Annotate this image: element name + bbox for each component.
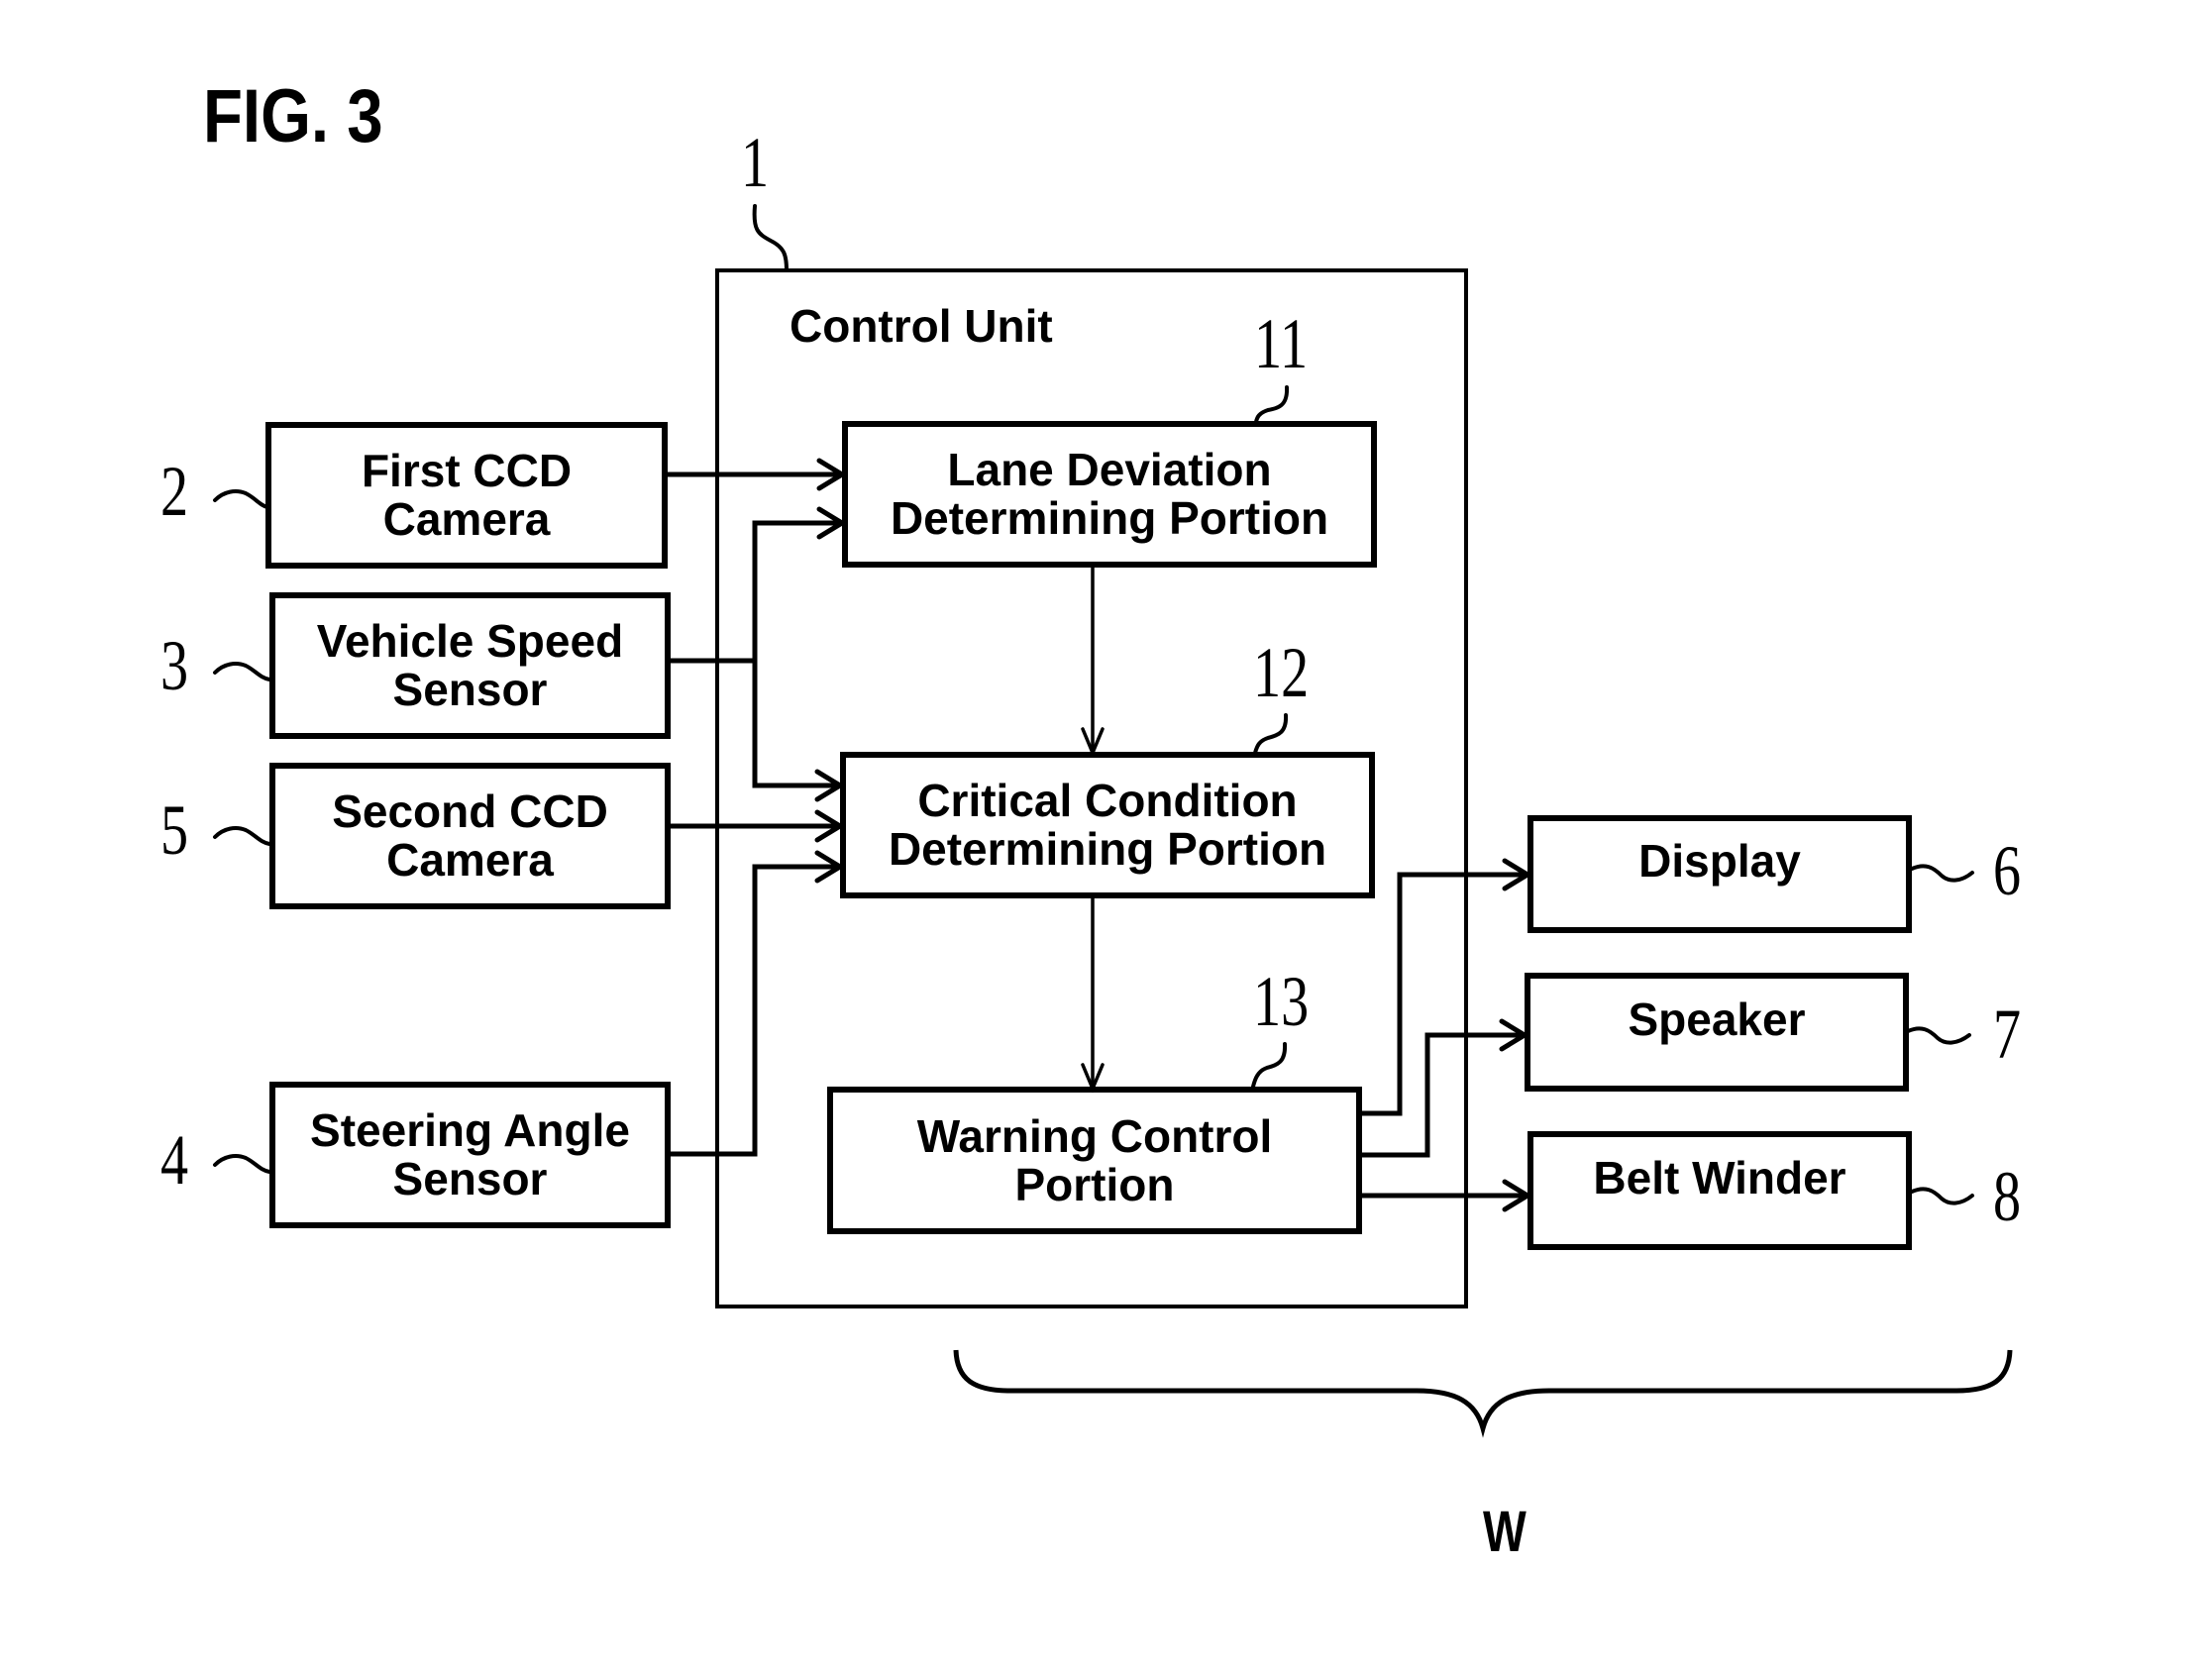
warning-device-group-label: W — [1483, 1500, 1527, 1564]
display-block: Display — [1527, 815, 1912, 933]
box-label-line: Warning Control — [916, 1109, 1273, 1162]
box-label-line: First CCD — [361, 445, 573, 496]
ref-number-lane-deviation: 11 — [1254, 304, 1309, 383]
box-label-line: Sensor — [392, 1153, 548, 1204]
leader-line-8 — [1910, 1187, 1974, 1205]
leader-line-4 — [213, 1154, 271, 1174]
box-label-line: Portion — [1014, 1158, 1175, 1210]
lane-deviation-determining-portion: Lane Deviation Determining Portion — [842, 421, 1377, 568]
figure-title: FIG. 3 — [203, 74, 383, 158]
belt-winder-block: Belt Winder — [1527, 1131, 1912, 1250]
box-label-line: Determining Portion — [890, 492, 1329, 544]
box-label-line: Vehicle Speed — [316, 615, 624, 667]
leader-line-2 — [213, 489, 269, 509]
box-label-line: Speaker — [1628, 993, 1806, 1045]
steering-angle-sensor-block: Steering Angle Sensor — [269, 1082, 671, 1228]
box-label-line: Sensor — [392, 664, 548, 715]
box-label-line: Lane Deviation — [947, 444, 1272, 495]
box-label-line: Second CCD — [332, 785, 608, 837]
leader-line-3 — [213, 662, 271, 681]
leader-line-1 — [752, 204, 789, 272]
warning-control-portion: Warning Control Portion — [827, 1087, 1362, 1234]
box-label-line: Belt Winder — [1593, 1151, 1846, 1203]
box-label-line: Steering Angle — [310, 1104, 630, 1156]
ref-number-first-ccd-camera: 2 — [160, 452, 189, 531]
ref-number-second-ccd-camera: 5 — [160, 790, 189, 870]
control-unit-label: Control Unit — [790, 300, 1053, 352]
ref-number-vehicle-speed-sensor: 3 — [160, 626, 189, 705]
first-ccd-camera-block: First CCD Camera — [265, 422, 668, 569]
box-label-line: Display — [1638, 835, 1801, 887]
vehicle-speed-sensor-block: Vehicle Speed Sensor — [269, 592, 671, 739]
ref-number-critical-condition: 12 — [1253, 633, 1310, 712]
ref-number-display: 6 — [1993, 831, 2022, 910]
ref-number-warning-control: 13 — [1253, 962, 1310, 1041]
leader-line-5 — [213, 826, 271, 846]
box-label-line: Camera — [386, 834, 554, 886]
group-brace — [953, 1349, 2013, 1438]
box-label-line: Determining Portion — [888, 823, 1327, 875]
leader-line-7 — [1906, 1026, 1971, 1045]
box-label-line: Critical Condition — [917, 775, 1298, 826]
speaker-block: Speaker — [1525, 973, 1909, 1092]
ref-number-steering-angle-sensor: 4 — [160, 1120, 189, 1200]
box-label-line: Camera — [382, 493, 551, 545]
ref-number-belt-winder: 8 — [1993, 1157, 2022, 1236]
second-ccd-camera-block: Second CCD Camera — [269, 763, 671, 909]
figure-canvas: FIG. 3 1 Control Unit 11 Lane Deviation … — [0, 0, 2212, 1673]
leader-line-6 — [1910, 864, 1974, 883]
critical-condition-determining-portion: Critical Condition Determining Portion — [840, 752, 1375, 898]
ref-number-speaker: 7 — [1993, 994, 2022, 1074]
ref-number-control-unit: 1 — [741, 123, 770, 202]
